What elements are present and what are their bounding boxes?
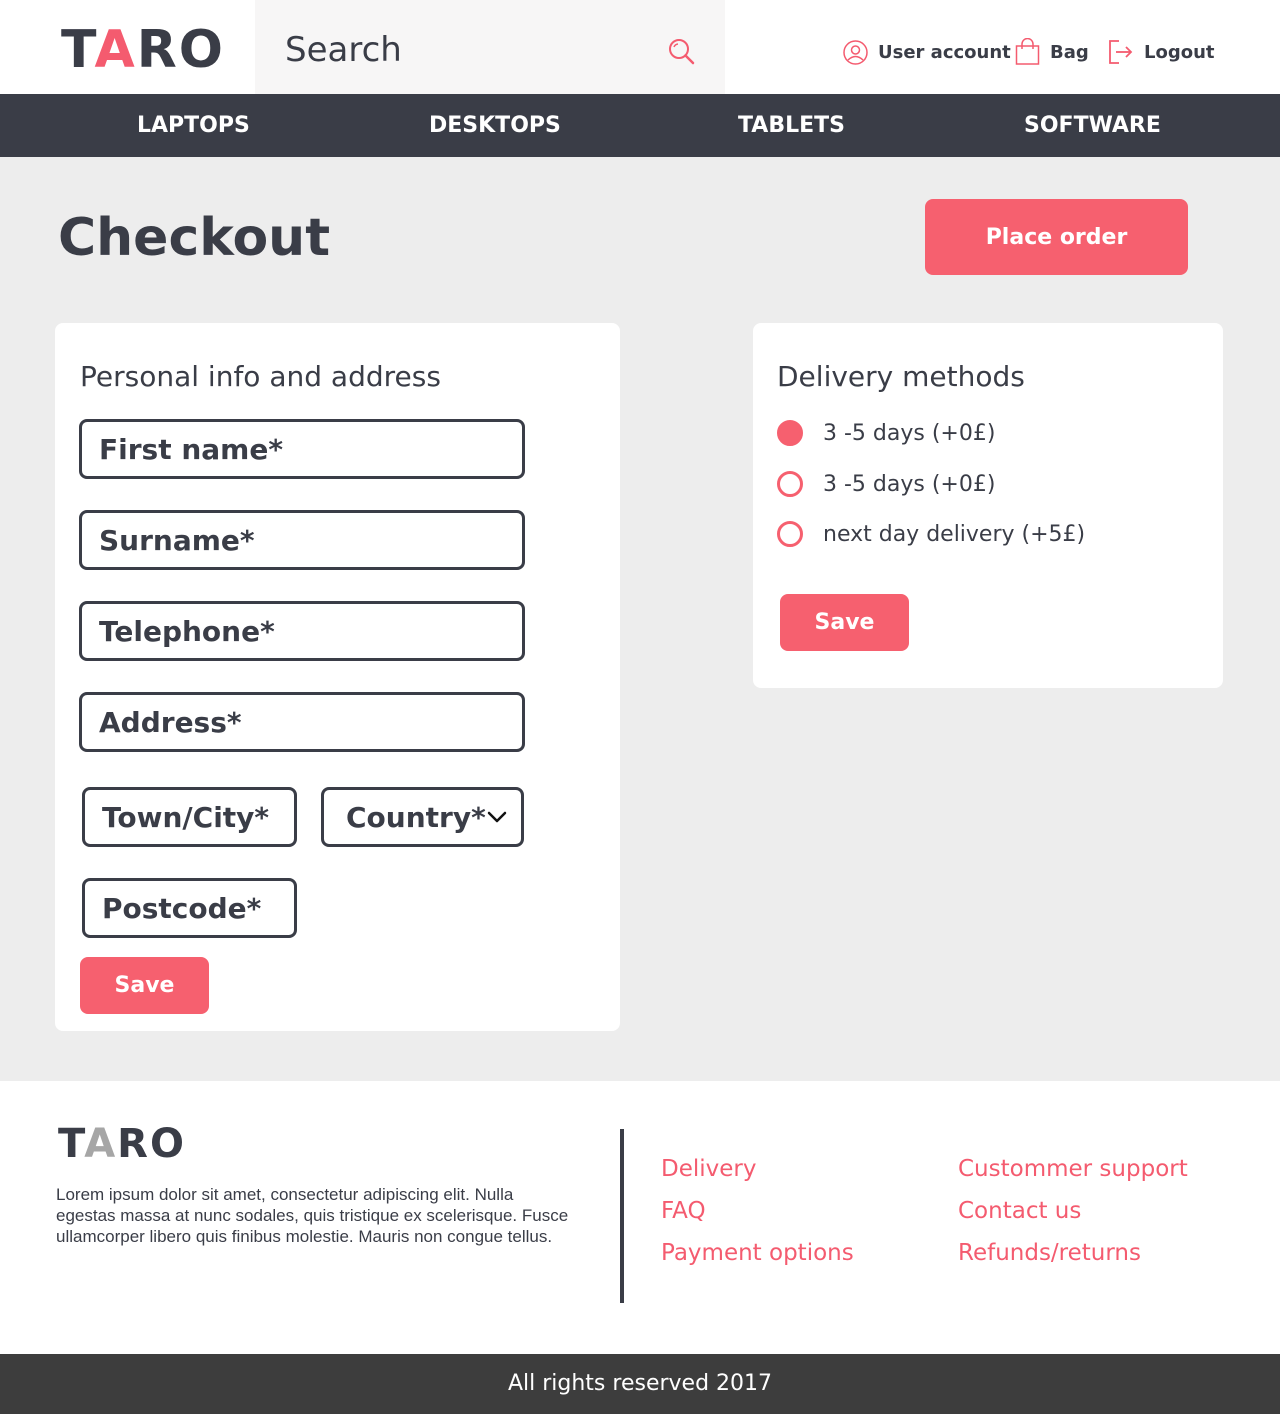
footer-link-customer-support[interactable]: Custommer support: [958, 1154, 1188, 1184]
footer-logo[interactable]: TARO: [58, 1121, 186, 1167]
search-icon[interactable]: [667, 37, 695, 65]
telephone-field[interactable]: Telephone*: [79, 601, 525, 661]
radio-icon[interactable]: [777, 471, 803, 497]
site-footer: TARO Lorem ipsum dolor sit amet, consect…: [0, 1081, 1280, 1354]
address-field[interactable]: Address*: [79, 692, 525, 752]
footer-logo-letters-ro: RO: [117, 1121, 186, 1167]
delivery-option-label: 3 -5 days (+0£): [823, 420, 996, 446]
footer-divider: [620, 1129, 624, 1303]
search-input[interactable]: Search: [285, 30, 402, 70]
copyright-bar: All rights reserved 2017: [0, 1354, 1280, 1414]
town-city-placeholder: Town/City*: [102, 800, 270, 834]
personal-info-card: Personal info and address First name* Su…: [55, 323, 620, 1031]
bag-link[interactable]: Bag: [1015, 36, 1089, 68]
footer-link-faq[interactable]: FAQ: [661, 1196, 706, 1226]
logout-link[interactable]: Logout: [1108, 36, 1215, 68]
surname-placeholder: Surname*: [99, 523, 255, 557]
delivery-option-label: next day delivery (+5£): [823, 521, 1086, 547]
first-name-field[interactable]: First name*: [79, 419, 525, 479]
logo-letter-t: T: [61, 20, 95, 80]
delivery-option-2[interactable]: 3 -5 days (+0£): [777, 469, 995, 499]
logout-icon: [1109, 40, 1133, 64]
bag-icon: [1015, 38, 1040, 65]
footer-link-payment-options[interactable]: Payment options: [661, 1238, 854, 1268]
radio-icon[interactable]: [777, 521, 803, 547]
page-title: Checkout: [58, 208, 331, 268]
delivery-option-1[interactable]: 3 -5 days (+0£): [777, 418, 995, 448]
main-nav: LAPTOPS DESKTOPS TABLETS SOFTWARE: [0, 94, 1280, 157]
logout-label: Logout: [1144, 41, 1215, 63]
delivery-option-label: 3 -5 days (+0£): [823, 471, 996, 497]
nav-item-desktops[interactable]: DESKTOPS: [429, 94, 561, 157]
site-header: TARO Search User account Bag Logout: [0, 0, 1280, 94]
bag-label: Bag: [1050, 41, 1089, 63]
address-placeholder: Address*: [99, 705, 242, 739]
user-account-label: User account: [878, 41, 1011, 63]
country-placeholder: Country*: [346, 800, 486, 834]
postcode-placeholder: Postcode*: [102, 891, 262, 925]
save-personal-button[interactable]: Save: [80, 957, 209, 1014]
nav-item-laptops[interactable]: LAPTOPS: [137, 94, 250, 157]
country-select[interactable]: Country*: [321, 787, 524, 847]
footer-logo-letter-a: A: [84, 1121, 118, 1167]
search-bar[interactable]: Search: [255, 0, 725, 94]
town-city-field[interactable]: Town/City*: [82, 787, 297, 847]
user-account-link[interactable]: User account: [843, 36, 1011, 68]
logo-letters-ro: RO: [136, 20, 225, 80]
nav-item-tablets[interactable]: TABLETS: [738, 94, 845, 157]
chevron-down-icon: [487, 811, 507, 823]
logo-letter-a: A: [94, 20, 137, 80]
radio-selected-icon[interactable]: [777, 420, 803, 446]
delivery-methods-title: Delivery methods: [777, 360, 1025, 393]
copyright-text: All rights reserved 2017: [507, 1371, 773, 1396]
save-delivery-button[interactable]: Save: [780, 594, 909, 651]
footer-link-delivery[interactable]: Delivery: [661, 1154, 756, 1184]
personal-info-title: Personal info and address: [80, 360, 441, 393]
footer-description: Lorem ipsum dolor sit amet, consectetur …: [56, 1185, 569, 1246]
footer-link-contact-us[interactable]: Contact us: [958, 1196, 1081, 1226]
place-order-button[interactable]: Place order: [925, 199, 1188, 275]
first-name-placeholder: First name*: [99, 432, 283, 466]
site-logo[interactable]: TARO: [61, 22, 225, 78]
footer-link-refunds-returns[interactable]: Refunds/returns: [958, 1238, 1141, 1268]
user-icon: [843, 39, 868, 65]
nav-item-software[interactable]: SOFTWARE: [1024, 94, 1161, 157]
surname-field[interactable]: Surname*: [79, 510, 525, 570]
postcode-field[interactable]: Postcode*: [82, 878, 297, 938]
footer-logo-letter-t: T: [58, 1121, 85, 1167]
delivery-methods-card: Delivery methods 3 -5 days (+0£) 3 -5 da…: [753, 323, 1223, 688]
delivery-option-3[interactable]: next day delivery (+5£): [777, 519, 1085, 549]
telephone-placeholder: Telephone*: [99, 614, 275, 648]
